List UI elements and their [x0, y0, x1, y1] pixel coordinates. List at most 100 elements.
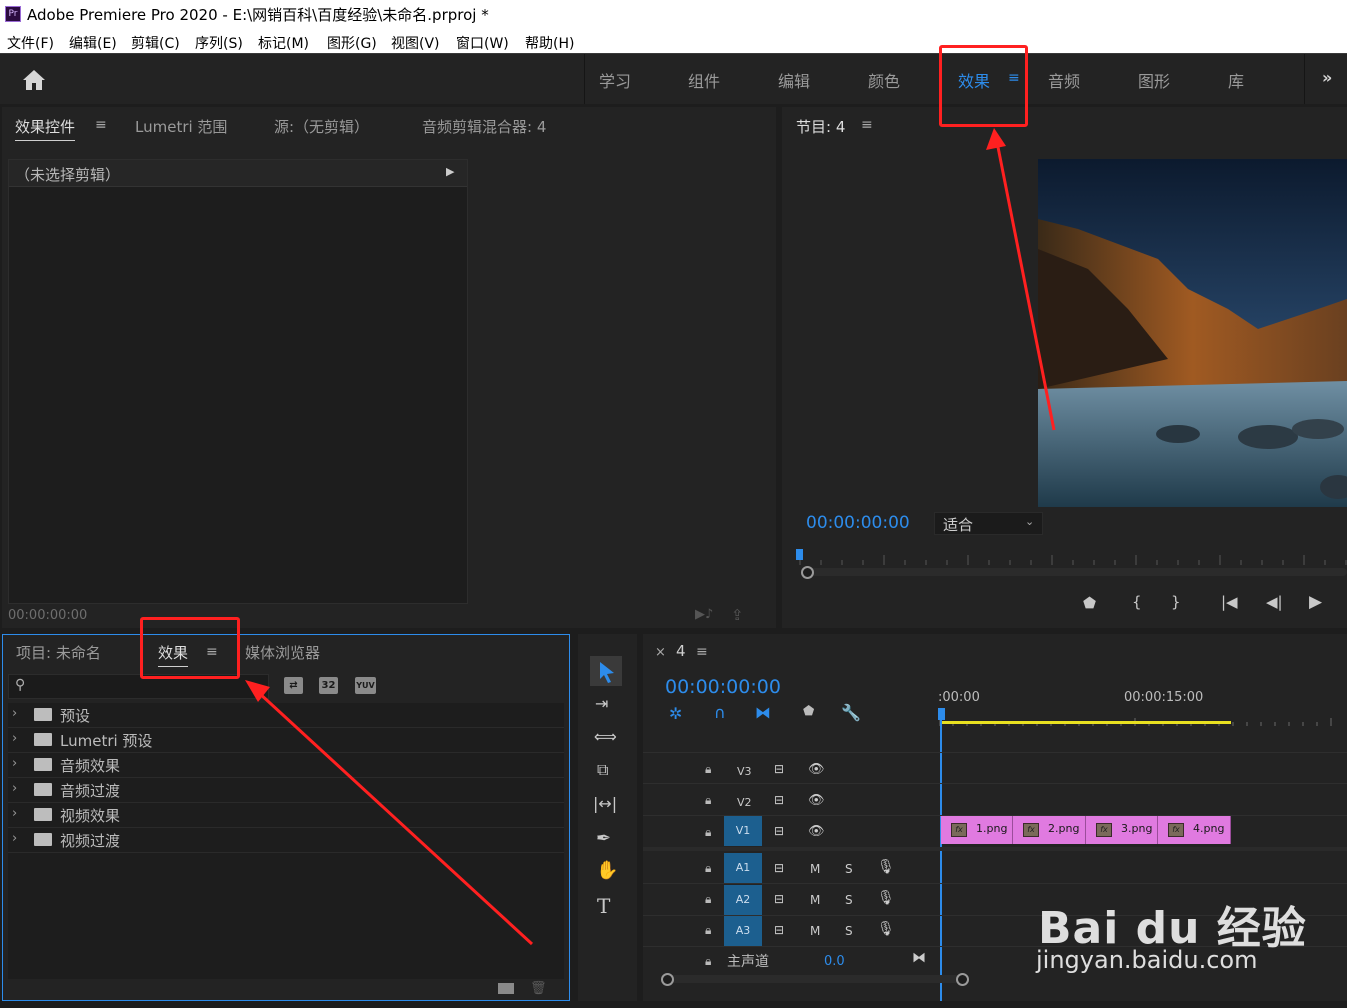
- track-label-v2[interactable]: V2: [737, 796, 752, 809]
- chevron-right-icon[interactable]: ›: [12, 731, 17, 746]
- lock-icon[interactable]: 🔒︎: [705, 954, 711, 969]
- chevron-right-icon[interactable]: ›: [12, 806, 17, 821]
- export-icon[interactable]: ⇪: [731, 606, 744, 624]
- microphone-icon[interactable]: 🎙︎: [877, 890, 895, 906]
- tree-item-presets[interactable]: › 预设: [8, 703, 564, 728]
- mute-button[interactable]: M: [810, 893, 820, 907]
- scrollbar-handle-right[interactable]: [956, 973, 969, 986]
- tab-media-browser[interactable]: 媒体浏览器: [245, 642, 320, 663]
- lock-icon[interactable]: 🔒︎: [705, 861, 711, 876]
- tab-lumetri-scopes[interactable]: Lumetri 范围: [135, 116, 227, 137]
- master-end-icon[interactable]: ⧓: [912, 950, 926, 966]
- menu-window[interactable]: 窗口(W): [456, 33, 509, 53]
- solo-button[interactable]: S: [845, 924, 853, 938]
- work-area-bar[interactable]: [940, 721, 1231, 724]
- menu-clip[interactable]: 剪辑(C): [131, 33, 180, 53]
- track-target-v1[interactable]: V1: [724, 816, 762, 846]
- effects-search-input[interactable]: [35, 676, 264, 697]
- sequence-name[interactable]: 4: [676, 642, 686, 660]
- ripple-edit-tool-icon[interactable]: ⟺: [594, 729, 617, 745]
- microphone-icon[interactable]: 🎙︎: [877, 921, 895, 937]
- snap-icon[interactable]: ∩: [714, 703, 726, 722]
- timeline-clip[interactable]: fx 4.png: [1158, 816, 1231, 844]
- master-volume-value[interactable]: 0.0: [824, 954, 845, 969]
- go-to-in-icon[interactable]: |◀: [1221, 595, 1238, 610]
- lock-icon[interactable]: 🔒︎: [705, 793, 711, 808]
- sync-lock-icon[interactable]: ⊟: [774, 892, 784, 906]
- solo-button[interactable]: S: [845, 893, 853, 907]
- mark-in-icon[interactable]: {: [1132, 595, 1142, 610]
- timeline-clip[interactable]: fx 3.png: [1086, 816, 1158, 844]
- step-back-icon[interactable]: ◀|: [1266, 595, 1283, 610]
- pen-tool-icon[interactable]: ✒: [596, 830, 611, 848]
- lock-icon[interactable]: 🔒︎: [705, 892, 711, 907]
- scrollbar-handle-left[interactable]: [661, 973, 674, 986]
- scrollbar-handle[interactable]: [801, 566, 814, 579]
- tree-item-audio-transitions[interactable]: › 音频过渡: [8, 778, 564, 803]
- delete-icon[interactable]: 🗑: [530, 981, 547, 996]
- play-audio-icon[interactable]: ▶♪: [695, 607, 713, 622]
- tree-item-lumetri-presets[interactable]: › Lumetri 预设: [8, 728, 564, 753]
- expand-arrow-icon[interactable]: ▶: [446, 165, 454, 178]
- razor-tool-icon[interactable]: ⧉: [597, 762, 608, 778]
- sync-lock-icon[interactable]: ⊟: [774, 824, 784, 838]
- zoom-scrollbar[interactable]: [806, 568, 1347, 576]
- timeline-scrollbar[interactable]: [667, 975, 963, 983]
- tree-item-video-transitions[interactable]: › 视频过渡: [8, 828, 564, 853]
- timeline-playhead-head[interactable]: [938, 708, 945, 720]
- insert-nest-icon[interactable]: ✲: [669, 704, 682, 723]
- zoom-dropdown[interactable]: 适合 ⌄: [934, 512, 1043, 535]
- new-bin-icon[interactable]: [498, 983, 514, 994]
- menu-sequence[interactable]: 序列(S): [195, 33, 243, 53]
- yuv-effects-icon[interactable]: YUV: [355, 677, 376, 694]
- workspace-editing[interactable]: 编辑: [778, 68, 810, 92]
- tab-source[interactable]: 源:（无剪辑）: [274, 116, 369, 137]
- menu-markers[interactable]: 标记(M): [258, 33, 309, 53]
- track-target-a1[interactable]: A1: [724, 853, 762, 883]
- add-marker-icon[interactable]: ⬟: [1083, 596, 1096, 611]
- track-label-v3[interactable]: V3: [737, 765, 752, 778]
- workspace-libraries[interactable]: 库: [1228, 68, 1244, 92]
- eye-icon[interactable]: 👁︎: [808, 793, 825, 808]
- workspace-audio[interactable]: 音频: [1048, 68, 1080, 92]
- playhead-marker[interactable]: [796, 549, 803, 560]
- lock-icon[interactable]: 🔒︎: [705, 762, 711, 777]
- sync-lock-icon[interactable]: ⊟: [774, 793, 784, 807]
- tab-effect-controls[interactable]: 效果控件: [15, 116, 76, 141]
- more-workspaces-icon[interactable]: »: [1322, 68, 1332, 87]
- timeline-clip[interactable]: fx 1.png: [941, 816, 1013, 844]
- menu-view[interactable]: 视图(V): [391, 33, 440, 53]
- eye-icon[interactable]: 👁︎: [808, 824, 825, 839]
- chevron-right-icon[interactable]: ›: [12, 706, 17, 721]
- workspace-assembly[interactable]: 组件: [688, 68, 720, 92]
- panel-menu-icon[interactable]: ≡: [861, 117, 873, 133]
- track-target-a3[interactable]: A3: [724, 916, 762, 946]
- selection-tool-icon[interactable]: [598, 661, 616, 683]
- home-icon[interactable]: [22, 69, 46, 91]
- chevron-right-icon[interactable]: ›: [12, 756, 17, 771]
- menu-help[interactable]: 帮助(H): [525, 33, 574, 53]
- mark-out-icon[interactable]: }: [1171, 595, 1181, 610]
- close-sequence-icon[interactable]: ×: [655, 645, 666, 660]
- sync-lock-icon[interactable]: ⊟: [774, 923, 784, 937]
- program-timecode[interactable]: 00:00:00:00: [806, 513, 910, 533]
- chevron-right-icon[interactable]: ›: [12, 831, 17, 846]
- microphone-icon[interactable]: 🎙︎: [877, 859, 895, 875]
- tab-project[interactable]: 项目: 未命名: [16, 642, 101, 663]
- mute-button[interactable]: M: [810, 924, 820, 938]
- workspace-color[interactable]: 颜色: [868, 68, 900, 92]
- timeline-clip[interactable]: fx 2.png: [1013, 816, 1086, 844]
- wrench-icon[interactable]: 🔧: [841, 703, 861, 722]
- lock-icon[interactable]: 🔒︎: [705, 825, 711, 840]
- timeline-timecode[interactable]: 00:00:00:00: [665, 676, 781, 698]
- workspace-learning[interactable]: 学习: [599, 68, 631, 92]
- accelerated-effects-icon[interactable]: ⇄: [284, 677, 303, 694]
- slip-tool-icon[interactable]: |↔|: [593, 796, 617, 812]
- panel-menu-icon[interactable]: ≡: [95, 117, 107, 133]
- play-icon[interactable]: ▶: [1309, 594, 1322, 611]
- add-marker-icon[interactable]: ⬟: [803, 704, 814, 719]
- tree-item-audio-effects[interactable]: › 音频效果: [8, 753, 564, 778]
- sync-lock-icon[interactable]: ⊟: [774, 762, 784, 776]
- track-target-a2[interactable]: A2: [724, 885, 762, 915]
- track-select-tool-icon[interactable]: ⇥: [595, 696, 608, 712]
